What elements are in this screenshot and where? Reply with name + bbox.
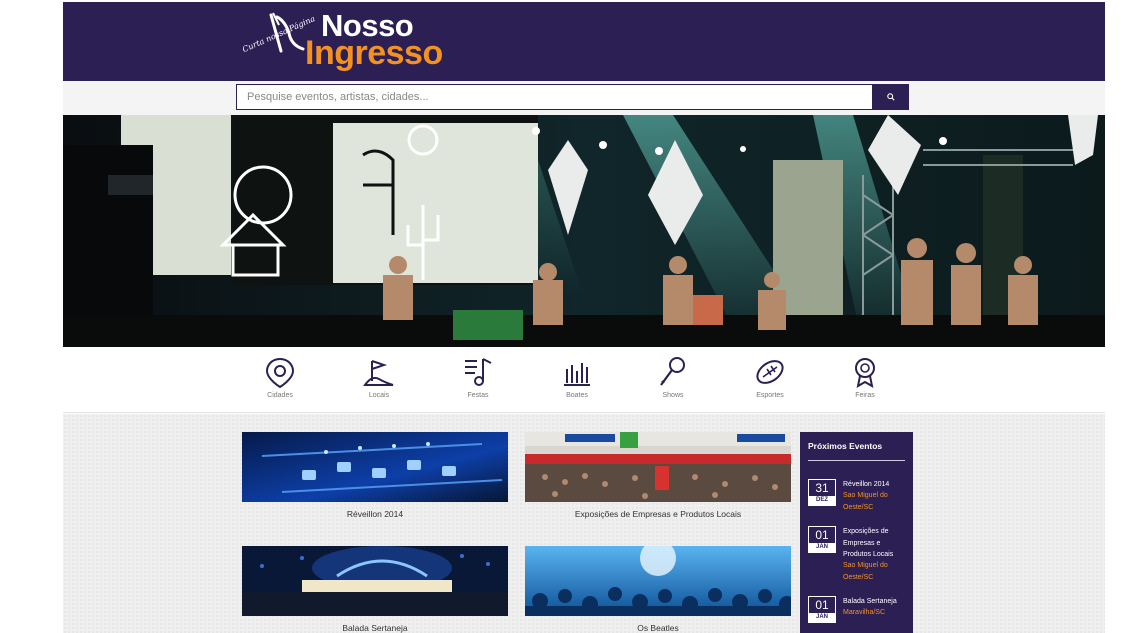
event-title: Balada Sertaneja bbox=[342, 623, 408, 633]
category-locais[interactable]: Locais bbox=[349, 355, 409, 399]
category-label: Cidades bbox=[267, 392, 293, 399]
event-day: 31 bbox=[815, 481, 829, 495]
event-image-crowd bbox=[525, 546, 791, 616]
category-label: Boates bbox=[566, 392, 588, 399]
page: Curta nossa Página Nosso Ingresso Pesqui… bbox=[0, 0, 1126, 633]
microphone-icon bbox=[660, 357, 685, 386]
search-button[interactable] bbox=[873, 84, 909, 110]
category-shows[interactable]: Shows bbox=[643, 355, 703, 399]
equalizer-icon bbox=[564, 363, 590, 386]
category-feiras[interactable]: Feiras bbox=[835, 355, 895, 399]
event-month: DEZ bbox=[809, 496, 835, 505]
event-card[interactable]: Réveillon 2014 bbox=[242, 432, 508, 519]
event-title: Os Beatles bbox=[637, 623, 679, 633]
event-image-mixer bbox=[242, 432, 508, 502]
event-day: 01 bbox=[815, 528, 829, 542]
sidebar-divider bbox=[808, 460, 905, 461]
event-city: Sao Miguel do Oeste/SC bbox=[843, 492, 888, 511]
category-label: Locais bbox=[368, 392, 390, 399]
event-name: Exposições de Empresas e Produtos Locais bbox=[843, 528, 894, 558]
event-day: 01 bbox=[815, 598, 829, 612]
search-bar bbox=[63, 81, 1105, 115]
site-logo[interactable]: Curta nossa Página Nosso Ingresso bbox=[239, 8, 479, 76]
event-name: Balada Sertaneja bbox=[843, 598, 897, 605]
category-label: Festas bbox=[467, 392, 489, 399]
search-icon bbox=[887, 93, 895, 101]
concert-stage-image bbox=[63, 115, 1105, 347]
event-card[interactable]: Os Beatles bbox=[525, 546, 791, 633]
event-name: Réveillon 2014 bbox=[843, 481, 890, 488]
category-festas[interactable]: Festas bbox=[448, 355, 508, 399]
event-image-stage bbox=[242, 546, 508, 616]
event-title: Exposições de Empresas e Produtos Locais bbox=[574, 509, 742, 519]
category-label: Esportes bbox=[756, 392, 784, 399]
upcoming-events-sidebar: Próximos Eventos 31 DEZ Réveillon 2014 S… bbox=[800, 432, 913, 633]
events-section: Réveillon 2014 Exposições de Empresas e … bbox=[63, 414, 1105, 633]
ball-icon bbox=[756, 360, 784, 384]
badge-icon bbox=[855, 358, 875, 388]
event-card[interactable]: Balada Sertaneja bbox=[242, 546, 508, 633]
category-label: Shows bbox=[662, 392, 684, 399]
flag-icon bbox=[363, 360, 394, 386]
event-title: Réveillon 2014 bbox=[346, 509, 404, 519]
hero-banner[interactable] bbox=[63, 115, 1105, 347]
event-month: JAN bbox=[809, 543, 835, 552]
category-boates[interactable]: Boates bbox=[547, 355, 607, 399]
event-date: 31 DEZ bbox=[808, 479, 836, 506]
logo-text-ingresso: Ingresso bbox=[305, 34, 443, 72]
event-image-expo bbox=[525, 432, 791, 502]
event-date: 01 JAN bbox=[808, 596, 836, 623]
event-month: JAN bbox=[809, 613, 835, 622]
event-city: Sao Miguel do Oeste/SC bbox=[843, 562, 888, 581]
search-input[interactable] bbox=[236, 84, 873, 110]
event-city: Maravilha/SC bbox=[843, 609, 886, 616]
event-card[interactable]: Exposições de Empresas e Produtos Locais bbox=[525, 432, 791, 519]
category-cidades[interactable]: Cidades bbox=[250, 355, 310, 399]
site-header: Curta nossa Página Nosso Ingresso bbox=[63, 2, 1105, 81]
category-nav: Cidades Locais Festas Boates Shows Espor… bbox=[63, 347, 1105, 413]
map-pin-icon bbox=[265, 357, 295, 389]
category-label: Feiras bbox=[855, 392, 875, 399]
event-date: 01 JAN bbox=[808, 526, 836, 553]
category-esportes[interactable]: Esportes bbox=[740, 355, 800, 399]
sidebar-title: Próximos Eventos bbox=[808, 441, 883, 451]
music-note-icon bbox=[465, 358, 492, 386]
